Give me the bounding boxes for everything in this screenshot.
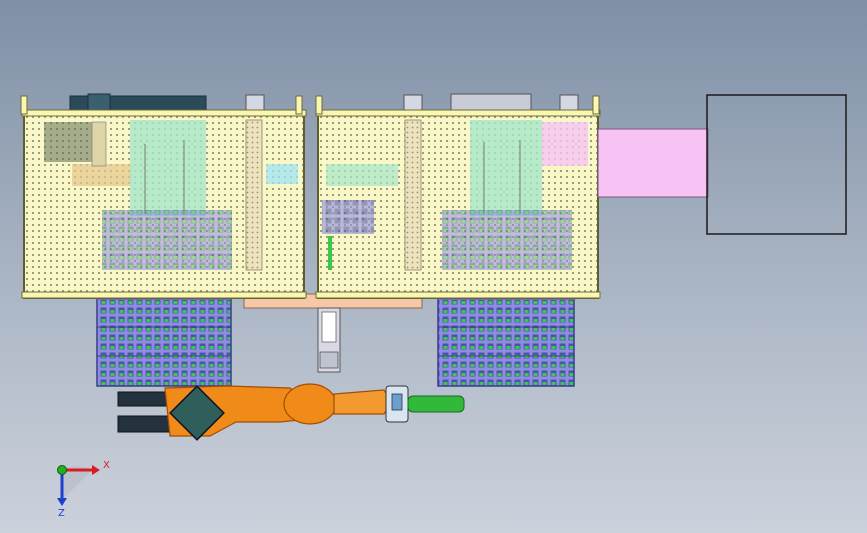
center-base-plate[interactable] (243, 293, 423, 373)
station-left[interactable] (20, 93, 307, 299)
lower-rack-left[interactable] (96, 295, 232, 387)
coordinate-triad-icon: X Z (57, 460, 110, 519)
z-axis-label: Z (58, 508, 65, 519)
station-right[interactable] (315, 93, 601, 299)
outfeed-conveyor[interactable] (597, 128, 709, 198)
outfeed-box[interactable] (706, 94, 847, 235)
robot-arm[interactable] (117, 383, 465, 441)
lower-rack-right[interactable] (437, 295, 575, 387)
x-axis-label: X (103, 460, 110, 471)
cad-viewport[interactable]: X Z (0, 0, 867, 533)
